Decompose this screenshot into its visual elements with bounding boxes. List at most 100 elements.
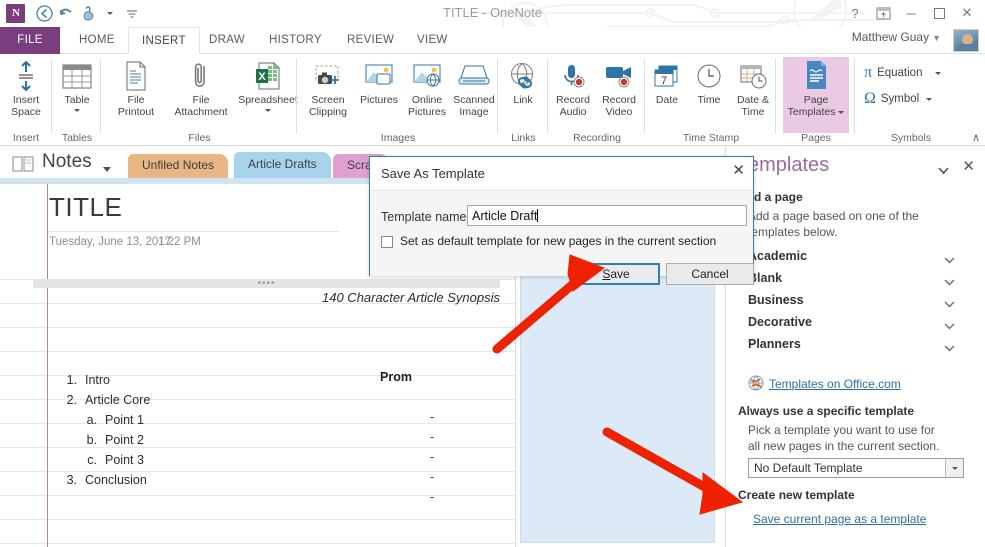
svg-text:X: X [258,71,266,83]
save-button[interactable]: Save [572,263,660,285]
date-time-icon [738,57,768,91]
task-pane-close-icon[interactable]: ✕ [962,157,975,175]
save-as-template-dialog[interactable]: Save As Template ✕ Template name: Articl… [369,156,754,285]
template-category-decorative[interactable]: Decorative [748,315,955,337]
online-pictures-button[interactable]: Online Pictures [402,57,452,129]
tab-draw[interactable]: DRAW [196,27,258,54]
ribbon-group-label-recording: Recording [573,132,621,144]
file-printout-button[interactable]: File Printout [108,57,164,129]
page-date[interactable]: Tuesday, June 13, 2017 [49,236,171,248]
date-time-button[interactable]: Date & Time [730,57,776,129]
template-category-label: Business [748,293,804,307]
record-audio-label-1: Record [556,94,590,106]
list-item-text: Point 2 [105,433,144,447]
ribbon-group-links: Link Links [499,54,548,146]
template-category-planners[interactable]: Planners [748,337,955,359]
tab-history[interactable]: HISTORY [256,27,335,54]
right-column-dash: - [430,450,435,464]
online-pictures-icon [411,57,443,91]
tab-insert[interactable]: INSERT [128,27,200,55]
set-as-default-checkbox-label: Set as default template for new pages in… [400,234,717,248]
right-column-dash: - [430,490,435,504]
section-tab-article-drafts[interactable]: Article Drafts [234,152,331,178]
task-pane-menu-icon[interactable] [938,164,949,178]
file-attachment-button[interactable]: File Attachment [167,57,235,129]
chevron-down-icon[interactable] [945,459,963,477]
equation-dropdown-icon[interactable] [935,71,942,75]
list-item-text: Point 1 [105,413,144,427]
tab-view[interactable]: VIEW [404,27,461,54]
ribbon-group-label-pages: Pages [801,132,831,144]
page-title[interactable]: TITLE [49,192,122,223]
ribbon-tab-bar: FILE HOME INSERT DRAW HISTORY REVIEW VIE… [0,27,985,55]
avatar[interactable] [953,29,979,52]
table-label: Table [64,94,90,106]
synopsis-text[interactable]: 140 Character Article Synopsis [33,290,500,305]
table-button[interactable]: Table [51,57,103,129]
close-button[interactable]: ✕ [953,2,981,24]
quick-access-toolbar: N [6,2,143,25]
record-audio-button[interactable]: Record Audio [549,57,597,129]
template-category-academic[interactable]: Academic [748,249,955,271]
tab-home[interactable]: HOME [66,27,128,54]
minimize-button[interactable]: ─ [897,2,925,24]
templates-task-pane: Templates ✕ Add a page Add a page based … [725,146,985,547]
undo-icon[interactable] [55,3,77,25]
chevron-down-icon [944,341,955,355]
link-label: Link [513,94,533,106]
templates-on-office-com-link[interactable]: Templates on Office.com [769,377,901,391]
list-item-text: Conclusion [85,473,147,487]
dialog-close-icon[interactable]: ✕ [732,163,745,178]
insert-space-icon [15,57,37,91]
help-icon[interactable]: ? [841,2,869,24]
note-container-handle[interactable]: •••• [33,279,500,289]
insert-space-button[interactable]: Insert Space [0,57,52,129]
page-templates-button[interactable]: Page Templates [783,57,849,133]
qat-dropdown-icon[interactable] [99,3,121,25]
record-video-button[interactable]: Record Video [595,57,643,129]
template-name-input[interactable]: Article Draft [467,205,747,226]
default-template-select[interactable]: No Default Template [748,458,964,478]
collapse-ribbon-button[interactable]: ∧ [972,131,980,144]
template-category-business[interactable]: Business [748,293,955,315]
restore-button[interactable] [925,2,953,24]
list-item-text: Point 3 [105,453,144,467]
page-templates-dropdown-icon[interactable] [838,110,845,114]
touch-mode-icon[interactable] [77,3,99,25]
ribbon-group-pages: Page Templates Pages [777,54,855,146]
page-time[interactable]: 1:22 PM [158,236,201,248]
date-button[interactable]: 7 Date [646,57,688,129]
account-menu[interactable]: Matthew Guay ▼ [852,30,941,44]
scanned-image-button[interactable]: Scanned Image [450,57,498,129]
tab-review[interactable]: REVIEW [334,27,407,54]
ribbon-display-options-icon[interactable] [869,2,897,24]
notebook-name[interactable]: Notes [42,151,92,173]
customize-qat-icon[interactable] [121,3,143,25]
page-margin-line [47,184,48,547]
spreadsheet-button[interactable]: X Spreadsheet [236,57,300,129]
list-item-text: Intro [85,373,111,387]
section-tab-unfiled-notes[interactable]: Unfiled Notes [128,154,229,178]
link-button[interactable]: Link [497,57,549,129]
spreadsheet-dropdown-icon[interactable] [265,109,271,112]
list-item-number: 2. [66,393,77,407]
set-as-default-checkbox[interactable] [381,236,393,248]
screen-clipping-button[interactable]: Screen Clipping [302,57,354,129]
equation-button[interactable]: π Equation [864,64,942,82]
list-item-number: a. [86,413,97,427]
time-button[interactable]: Time [688,57,730,129]
symbol-button[interactable]: Ω Symbol [864,90,933,108]
back-icon[interactable] [33,3,55,25]
table-dropdown-icon[interactable] [74,109,80,112]
scanned-image-label-1: Scanned [453,94,495,106]
symbol-dropdown-icon[interactable] [926,97,933,101]
tab-file[interactable]: FILE [0,27,60,54]
dialog-title: Save As Template [381,166,485,181]
spreadsheet-icon: X [253,57,283,91]
ribbon: Insert Space Insert Table Tables File Pr… [0,54,985,146]
notebook-dropdown-icon[interactable] [103,162,111,176]
create-new-template-heading: Create new template [738,488,855,502]
group-separator [854,58,855,134]
save-current-page-as-template-link[interactable]: Save current page as a template [753,512,926,526]
pictures-button[interactable]: Pictures [355,57,403,129]
